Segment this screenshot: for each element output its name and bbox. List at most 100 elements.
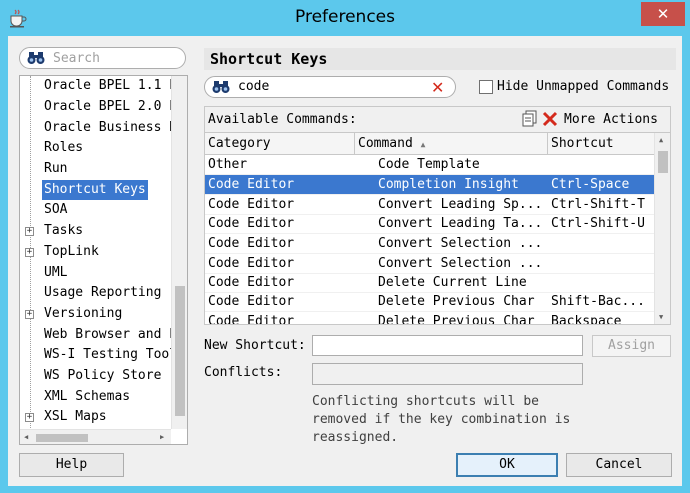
available-commands-panel: Available Commands: More Actions ▼ Categ… [204, 106, 671, 325]
cell-shortcut: Backspace [551, 314, 622, 324]
table-row[interactable]: Code Editor Convert Selection ... [205, 254, 654, 274]
table-vertical-scrollbar[interactable]: ▲ ▼ [654, 133, 670, 324]
scroll-thumb[interactable] [175, 286, 185, 416]
cell-category: Other [208, 157, 248, 172]
available-commands-label: Available Commands: [208, 112, 357, 127]
conflicts-note: Conflicting shortcuts will be removed if… [312, 394, 571, 445]
hide-unmapped-checkbox[interactable] [479, 80, 493, 94]
scroll-left-arrow-icon[interactable]: ◀ [24, 433, 28, 441]
tree-item-label: SOA [44, 202, 68, 217]
column-header-command[interactable]: Command ▲ [355, 133, 548, 155]
help-button[interactable]: Help [19, 453, 124, 477]
cell-category: Code Editor [208, 314, 295, 324]
table-row[interactable]: Code Editor Convert Leading Sp... Ctrl-S… [205, 195, 654, 215]
table-row[interactable]: Code Editor Delete Current Line [205, 273, 654, 293]
command-filter-input[interactable]: code ✕ [204, 76, 456, 98]
tree-item-label: Shortcut Keys [42, 180, 148, 200]
more-actions-label: More Actions [564, 112, 658, 127]
table-row[interactable]: Code Editor Convert Leading Ta... Ctrl-S… [205, 214, 654, 234]
tree-item-label: Oracle BPEL 1.1 P [44, 78, 178, 93]
hide-unmapped-label[interactable]: Hide Unmapped Commands [497, 79, 669, 94]
conflicts-field [312, 363, 583, 385]
tree-guide-line [30, 76, 31, 444]
tree-horizontal-scrollbar[interactable]: ◀ ▶ [20, 429, 171, 444]
new-shortcut-input[interactable] [312, 335, 583, 356]
binoculars-icon [212, 81, 230, 93]
assign-button[interactable]: Assign [592, 335, 671, 357]
conflicts-label: Conflicts: [204, 365, 283, 380]
column-header-label: Command [358, 136, 413, 151]
expand-plus-icon[interactable]: + [25, 227, 34, 236]
cell-command: Convert Leading Ta... [378, 216, 543, 231]
cell-shortcut: Ctrl-Space [551, 177, 630, 192]
category-tree[interactable]: Oracle BPEL 1.1 P Oracle BPEL 2.0 P Orac… [19, 75, 188, 445]
tree-item-label: Versioning [44, 306, 123, 321]
window-title: Preferences [295, 7, 395, 27]
expand-plus-icon[interactable]: + [25, 248, 34, 257]
cell-command: Delete Previous Char [378, 294, 535, 309]
tree-item-label: Roles [44, 140, 84, 155]
sort-ascending-icon: ▲ [420, 140, 426, 149]
expand-plus-icon[interactable]: + [25, 413, 34, 422]
cell-command: Code Template [378, 157, 480, 172]
tree-item-label: Run [44, 161, 68, 176]
tree-item-label: WS-I Testing Tool [44, 347, 178, 362]
cell-command: Completion Insight [378, 177, 519, 192]
cell-shortcut: Ctrl-Shift-T [551, 197, 645, 212]
tree-item-label: Web Browser and P [44, 327, 178, 342]
table-row[interactable]: Other Code Template [205, 155, 654, 175]
commands-table[interactable]: Category Command ▲ Shortcut Other Code T… [205, 132, 670, 324]
clear-filter-icon[interactable]: ✕ [431, 78, 444, 97]
cell-shortcut: Ctrl-Shift-U [551, 216, 645, 231]
cell-category: Code Editor [208, 177, 295, 192]
expand-plus-icon[interactable]: + [25, 310, 34, 319]
tree-item-label: Usage Reporting [44, 285, 162, 300]
category-search-input[interactable]: Search [19, 47, 186, 69]
cell-command: Convert Leading Sp... [378, 197, 543, 212]
table-row[interactable]: Code Editor Delete Previous Char Backspa… [205, 312, 654, 324]
tree-item-label: Oracle Business R [44, 120, 178, 135]
dialog-body: Search Oracle BPEL 1.1 P Oracle BPEL 2.0… [8, 36, 682, 486]
copy-icon[interactable] [521, 110, 539, 128]
cell-command: Delete Previous Char [378, 314, 535, 324]
column-header-shortcut[interactable]: Shortcut [548, 133, 654, 155]
scroll-thumb[interactable] [36, 434, 88, 442]
cell-category: Code Editor [208, 294, 295, 309]
binoculars-icon [27, 52, 45, 64]
tree-item-label: XSL Maps [44, 409, 107, 424]
tree-item-label: UML [44, 265, 68, 280]
tree-item-label: WS Policy Store [44, 368, 162, 383]
cell-shortcut: Shift-Bac... [551, 294, 645, 309]
tree-item-label: Oracle BPEL 2.0 P [44, 99, 178, 114]
page-title: Shortcut Keys [204, 48, 676, 70]
scroll-right-arrow-icon[interactable]: ▶ [160, 433, 164, 441]
cell-command: Delete Current Line [378, 275, 527, 290]
table-row[interactable]: Code Editor Delete Previous Char Shift-B… [205, 292, 654, 312]
tree-item-label: XML Schemas [44, 389, 131, 404]
table-header: Category Command ▲ Shortcut [205, 133, 654, 155]
scroll-up-arrow-icon[interactable]: ▲ [659, 136, 663, 144]
column-header-category[interactable]: Category [205, 133, 355, 155]
search-placeholder: Search [53, 51, 100, 66]
delete-icon[interactable] [542, 111, 558, 127]
cell-command: Convert Selection ... [378, 236, 543, 251]
scroll-thumb[interactable] [658, 151, 668, 173]
table-row[interactable]: Code Editor Completion Insight Ctrl-Spac… [205, 175, 654, 195]
filter-value: code [238, 79, 270, 94]
tree-vertical-scrollbar[interactable] [171, 76, 187, 429]
ok-button[interactable]: OK [456, 453, 558, 477]
tree-item-label: TopLink [44, 244, 99, 259]
preferences-window: Preferences ✕ Search Oracle BPEL 1.1 P O… [0, 0, 690, 493]
table-row[interactable]: Code Editor Convert Selection ... [205, 234, 654, 254]
cell-category: Code Editor [208, 275, 295, 290]
tree-item-label: Tasks [44, 223, 84, 238]
title-bar[interactable]: Preferences ✕ [0, 0, 690, 36]
cell-category: Code Editor [208, 256, 295, 271]
cell-command: Convert Selection ... [378, 256, 543, 271]
close-button[interactable]: ✕ [641, 2, 685, 26]
cell-category: Code Editor [208, 216, 295, 231]
new-shortcut-label: New Shortcut: [204, 338, 306, 353]
cell-category: Code Editor [208, 197, 295, 212]
cancel-button[interactable]: Cancel [566, 453, 672, 477]
scroll-down-arrow-icon[interactable]: ▼ [659, 313, 663, 321]
